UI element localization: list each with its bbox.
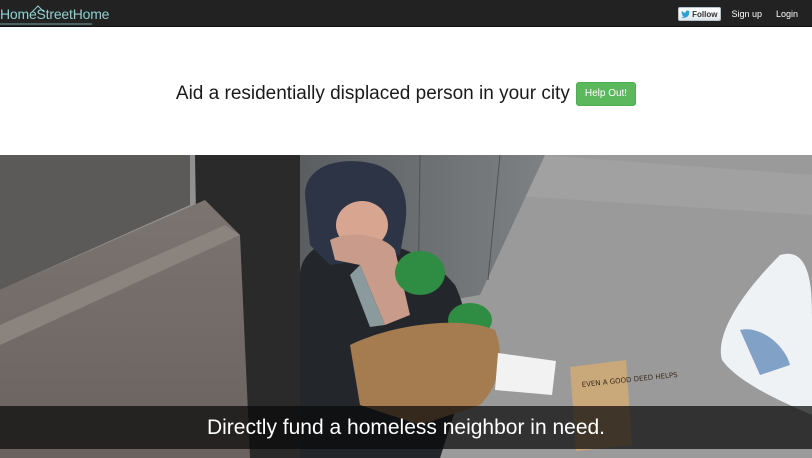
hero-caption: Directly fund a homeless neighbor in nee… xyxy=(206,415,606,439)
login-link[interactable]: Login xyxy=(776,9,798,19)
hero-cta-section: Aid a residentially displaced person in … xyxy=(0,28,812,155)
hero-photo: EVEN A GOOD DEED HELPS Directly fund a h… xyxy=(0,155,812,458)
brand-logo-link[interactable]: HomeStreetHome xyxy=(0,4,109,26)
twitter-follow-label: Follow xyxy=(692,9,718,19)
help-out-button[interactable]: Help Out! xyxy=(575,82,637,106)
nav-right-group: Follow Sign up Login xyxy=(678,6,798,22)
caption-bar: Directly fund a homeless neighbor in nee… xyxy=(0,406,812,449)
twitter-follow-button[interactable]: Follow xyxy=(678,7,722,21)
cta-row: Aid a residentially displaced person in … xyxy=(0,82,812,106)
top-navbar: HomeStreetHome Follow Sign up Login xyxy=(0,0,812,27)
brand-name: HomeStreetHome xyxy=(0,6,110,22)
cta-heading: Aid a residentially displaced person in … xyxy=(175,83,570,104)
signup-link[interactable]: Sign up xyxy=(731,9,762,19)
twitter-bird-icon xyxy=(681,10,691,18)
